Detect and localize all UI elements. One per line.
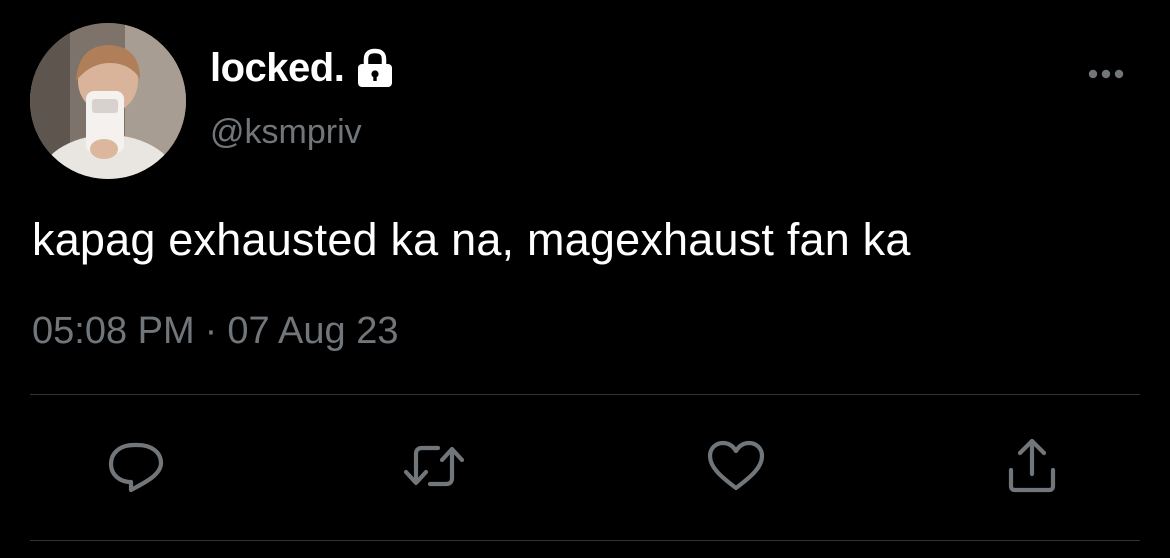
like-button[interactable] bbox=[704, 436, 768, 496]
handle[interactable]: @ksmpriv bbox=[210, 113, 362, 152]
reply-icon bbox=[108, 442, 164, 493]
more-icon[interactable] bbox=[1084, 62, 1128, 86]
display-name[interactable]: locked. bbox=[210, 46, 345, 91]
timestamp-time[interactable]: 05:08 PM bbox=[32, 310, 195, 352]
avatar[interactable] bbox=[30, 23, 186, 179]
lock-icon bbox=[354, 48, 396, 88]
bottom-divider bbox=[30, 540, 1140, 541]
share-icon bbox=[1008, 438, 1056, 493]
reply-button[interactable] bbox=[104, 436, 168, 496]
timestamp[interactable]: 05:08 PM · 07 Aug 23 bbox=[32, 310, 398, 353]
retweet-icon bbox=[403, 445, 465, 487]
heart-icon bbox=[707, 440, 765, 491]
timestamp-separator: · bbox=[204, 310, 218, 352]
display-name-row[interactable]: locked. bbox=[210, 44, 396, 92]
profile-photo bbox=[30, 23, 186, 179]
timestamp-date[interactable]: 07 Aug 23 bbox=[227, 310, 398, 352]
tweet: locked. @ksmpriv kapag exhausted ka na, … bbox=[0, 0, 1170, 558]
share-button[interactable] bbox=[1000, 436, 1064, 496]
tweet-text: kapag exhausted ka na, magexhaust fan ka bbox=[32, 214, 911, 265]
retweet-button[interactable] bbox=[402, 436, 466, 496]
divider bbox=[30, 394, 1140, 395]
